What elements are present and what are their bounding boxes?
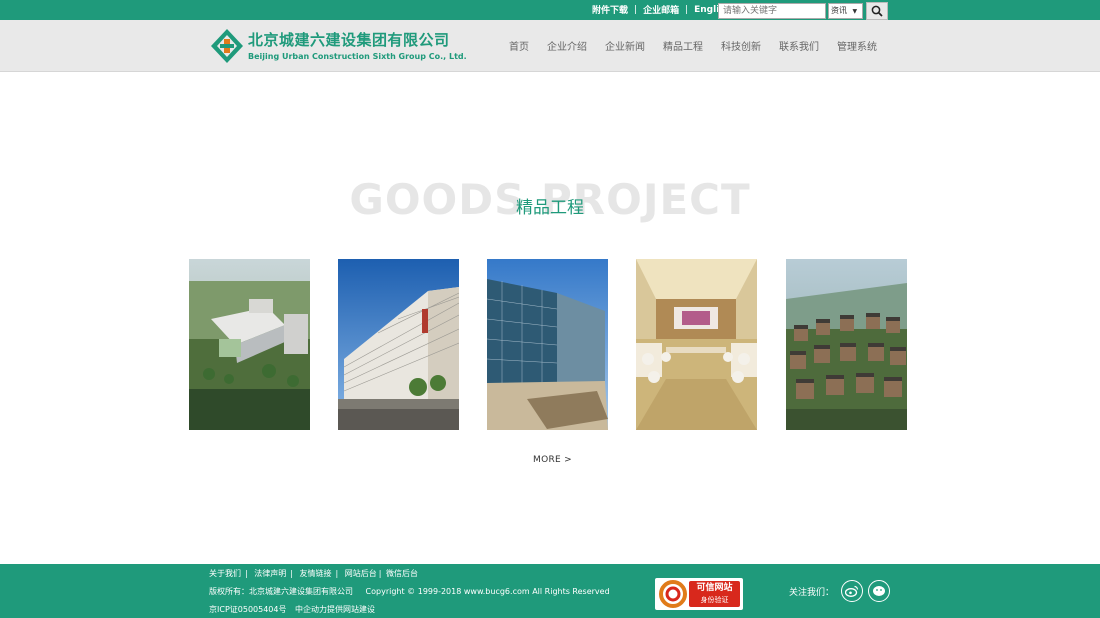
search-scope-value: 资讯 (831, 6, 847, 15)
weibo-icon (845, 585, 859, 597)
project-thumbnail-5[interactable] (786, 259, 907, 430)
logo-chinese-name: 北京城建六建设集团有限公司 (248, 31, 450, 49)
nav-item-news[interactable]: 企业新闻 (605, 38, 645, 53)
search-scope-select[interactable]: 资讯 ▼ (828, 3, 863, 19)
glass-office-image (487, 259, 608, 430)
follow-us-label: 关注我们： (789, 588, 835, 598)
trusted-site-badge[interactable]: 可信网站 身份验证 (655, 578, 743, 610)
copyright-text: Copyright © 1999-2018 www.bucg6.com All … (365, 587, 610, 596)
more-link[interactable]: MORE > (533, 455, 572, 465)
project-thumbnail-1[interactable] (189, 259, 310, 430)
aerial-campus-image (189, 259, 310, 430)
nav-item-about[interactable]: 企业介绍 (547, 38, 587, 53)
footer-links: 关于我们 | 法律声明 | 友情链接 | 网站后台 | 微信后台 (209, 568, 418, 579)
site-footer: 关于我们 | 法律声明 | 友情链接 | 网站后台 | 微信后台 版权所有：北京城建六建… (0, 564, 1100, 618)
nav-item-projects[interactable]: 精品工程 (663, 38, 703, 53)
main-nav: 首页 企业介绍 企业新闻 精品工程 科技创新 联系我们 管理系统 (509, 38, 895, 53)
site-header: 北京城建六建设集团有限公司 Beijing Urban Construction… (0, 20, 1100, 72)
top-bar: 附件下载 | 企业邮箱 | English 资讯 ▼ (0, 0, 1100, 20)
footer-copyright: 版权所有：北京城建六建设集团有限公司 Copyright © 1999-2018… (209, 586, 610, 597)
footer-link-wechat-admin[interactable]: 微信后台 (386, 569, 418, 578)
nav-item-innovation[interactable]: 科技创新 (721, 38, 761, 53)
badge-label: 可信网站 身份验证 (689, 581, 740, 607)
icp-number[interactable]: 京ICP证05005404号 (209, 605, 287, 614)
separator: | (634, 4, 638, 15)
footer-icp: 京ICP证05005404号 中企动力提供网站建设 (209, 604, 375, 615)
search-button[interactable] (866, 2, 888, 20)
site-provider[interactable]: 中企动力提供网站建设 (295, 605, 375, 614)
chevron-down-icon: ▼ (852, 8, 858, 15)
hillside-villas-image (786, 259, 907, 430)
project-thumbnail-3[interactable] (487, 259, 608, 430)
reception-hall-image (636, 259, 757, 430)
section-heading: GOODS PROJECT 精品工程 (0, 175, 1100, 235)
corporate-mail-link[interactable]: 企业邮箱 (643, 3, 679, 16)
footer-link-about[interactable]: 关于我们 (209, 569, 241, 578)
search-icon (871, 5, 883, 17)
footer-link-admin[interactable]: 网站后台 (345, 569, 377, 578)
wechat-icon (873, 586, 885, 596)
badge-subtitle: 身份验证 (700, 596, 729, 604)
weibo-button[interactable] (841, 580, 863, 602)
nav-item-home[interactable]: 首页 (509, 38, 529, 53)
trusted-seal-icon (659, 580, 687, 608)
attachment-download-link[interactable]: 附件下载 (592, 3, 628, 16)
separator: | (335, 569, 339, 578)
separator: | (245, 569, 248, 578)
project-thumbnail-4[interactable] (636, 259, 757, 430)
nav-item-contact[interactable]: 联系我们 (779, 38, 819, 53)
search-input[interactable] (718, 3, 826, 19)
separator: | (685, 4, 689, 15)
wechat-button[interactable] (868, 580, 890, 602)
top-links: 附件下载 | 企业邮箱 | English (592, 3, 731, 17)
separator: | (290, 569, 293, 578)
project-thumbnail-2[interactable] (338, 259, 459, 430)
hospital-building-image (338, 259, 459, 430)
badge-title: 可信网站 (696, 583, 733, 593)
footer-link-friends[interactable]: 友情链接 (300, 569, 332, 578)
separator: | (378, 569, 382, 578)
footer-link-legal[interactable]: 法律声明 (254, 569, 286, 578)
section-title: 精品工程 (516, 198, 584, 218)
copyright-owner: 版权所有：北京城建六建设集团有限公司 (209, 587, 353, 596)
project-gallery (189, 259, 909, 431)
nav-item-management[interactable]: 管理系统 (837, 38, 877, 53)
logo-emblem-icon (211, 29, 243, 63)
logo-english-name: Beijing Urban Construction Sixth Group C… (248, 52, 467, 61)
company-logo[interactable]: 北京城建六建设集团有限公司 Beijing Urban Construction… (210, 28, 470, 66)
